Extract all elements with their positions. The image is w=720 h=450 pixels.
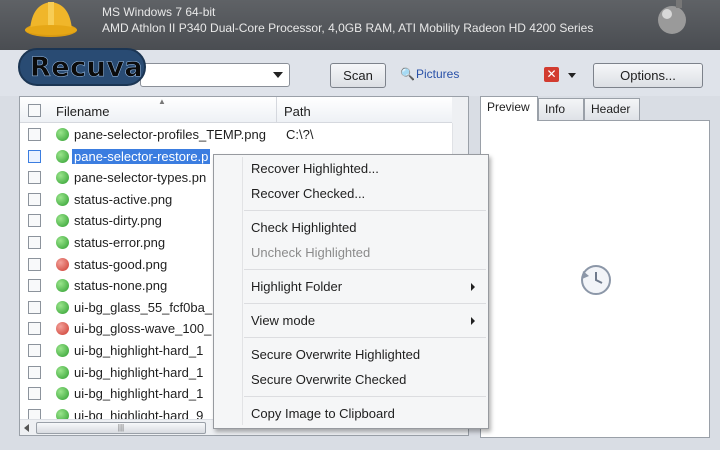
tab-header[interactable]: Header	[584, 98, 640, 120]
row-filename: ui-bg_highlight-hard_1	[74, 342, 204, 358]
row-filename: ui-bg_highlight-hard_1	[74, 364, 204, 380]
menu-separator	[244, 210, 486, 211]
brand-logo: Recuva	[18, 48, 146, 86]
menu-separator	[244, 396, 486, 397]
tab-header-label: Header	[591, 102, 631, 116]
row-filename: status-active.png	[74, 191, 173, 207]
file-list-header: ▲ Filename Path	[20, 97, 468, 123]
status-green-icon	[56, 214, 69, 228]
row-checkbox[interactable]	[28, 171, 41, 185]
chevron-down-icon	[273, 72, 283, 78]
status-green-icon	[56, 128, 69, 141]
scan-button[interactable]: Scan	[330, 63, 386, 88]
row-checkbox[interactable]	[28, 214, 41, 228]
row-checkbox[interactable]	[28, 343, 41, 357]
row-checkbox[interactable]	[28, 365, 41, 379]
row-filename: ui-bg_highlight-hard_1	[74, 386, 204, 402]
preview-area	[480, 120, 710, 438]
column-divider[interactable]	[276, 97, 277, 123]
row-filename: pane-selector-profiles_TEMP.png	[74, 127, 266, 142]
menu-item-highlight-folder[interactable]: Highlight Folder	[251, 279, 342, 294]
system-info-hardware: AMD Athlon II P340 Dual-Core Processor, …	[102, 21, 594, 35]
status-green-icon	[56, 365, 69, 379]
status-green-icon	[56, 300, 69, 314]
status-green-icon	[56, 235, 69, 249]
row-filename: pane-selector-restore.p	[72, 148, 211, 164]
status-green-icon	[56, 343, 69, 357]
row-path: C:\?\	[286, 127, 314, 142]
row-filename: ui-bg_glass_55_fcf0ba_	[74, 299, 213, 315]
row-checkbox[interactable]	[28, 279, 41, 293]
row-checkbox[interactable]	[28, 322, 41, 336]
menu-item-secure-overwrite-highlighted[interactable]: Secure Overwrite Highlighted	[251, 347, 420, 362]
row-checkbox[interactable]	[28, 149, 41, 163]
row-checkbox[interactable]	[28, 192, 41, 206]
menu-separator	[244, 337, 486, 338]
scrollbar-thumb[interactable]: |||	[36, 422, 206, 434]
status-green-icon	[56, 171, 69, 185]
row-checkbox[interactable]	[28, 387, 41, 401]
menu-item-uncheck-highlighted: Uncheck Highlighted	[251, 245, 371, 260]
system-info: MS Windows 7 64-bit AMD Athlon II P340 D…	[102, 4, 593, 36]
row-checkbox[interactable]	[28, 128, 41, 141]
options-button-label: Options...	[620, 68, 676, 83]
menu-gutter	[242, 157, 243, 425]
context-menu: Recover Highlighted... Recover Checked..…	[213, 154, 489, 429]
column-header-filename[interactable]: Filename	[56, 104, 109, 119]
column-header-path[interactable]: Path	[284, 104, 311, 119]
menu-item-copy-image[interactable]: Copy Image to Clipboard	[251, 406, 395, 421]
tab-preview-label: Preview	[487, 100, 530, 114]
menu-item-recover-highlighted[interactable]: Recover Highlighted...	[251, 161, 379, 176]
tab-info[interactable]: Info	[538, 98, 584, 120]
submenu-arrow-icon	[471, 283, 475, 291]
status-red-icon	[56, 257, 69, 271]
system-info-os: MS Windows 7 64-bit	[102, 5, 216, 19]
scan-button-label: Scan	[343, 68, 373, 83]
submenu-arrow-icon	[471, 317, 475, 325]
status-green-icon	[56, 279, 69, 293]
row-filename: status-good.png	[74, 256, 168, 272]
filter-input[interactable]: 🔍 Pictures ✕	[396, 63, 582, 87]
row-filename: status-error.png	[74, 234, 166, 250]
sort-ascending-icon: ▲	[158, 97, 166, 106]
row-filename: status-none.png	[74, 278, 168, 294]
hard-hat-logo-icon	[25, 2, 77, 37]
app-header: MS Windows 7 64-bit AMD Athlon II P340 D…	[0, 0, 720, 50]
drive-select[interactable]	[140, 63, 290, 87]
bomb-icon	[658, 0, 686, 34]
menu-item-check-highlighted[interactable]: Check Highlighted	[251, 220, 357, 235]
status-green-icon	[56, 387, 69, 401]
menu-item-secure-overwrite-checked[interactable]: Secure Overwrite Checked	[251, 372, 406, 387]
status-green-icon	[56, 192, 69, 206]
recovery-clock-icon	[581, 265, 611, 295]
tab-info-label: Info	[545, 102, 566, 116]
row-checkbox[interactable]	[28, 235, 41, 249]
table-row[interactable]: pane-selector-profiles_TEMP.png C:\?\	[20, 124, 452, 146]
filter-dropdown-icon[interactable]	[568, 73, 576, 78]
status-green-icon	[56, 149, 69, 163]
select-all-checkbox[interactable]	[28, 104, 41, 117]
row-filename: ui-bg_gloss-wave_100_	[74, 321, 212, 337]
clear-filter-icon[interactable]: ✕	[544, 67, 559, 82]
menu-item-view-mode[interactable]: View mode	[251, 313, 315, 328]
menu-item-recover-checked[interactable]: Recover Checked...	[251, 186, 365, 201]
options-button[interactable]: Options...	[593, 63, 703, 88]
scroll-left-icon[interactable]	[24, 424, 29, 432]
tab-preview[interactable]: Preview	[480, 96, 538, 121]
row-filename: status-dirty.png	[74, 213, 162, 229]
filter-value: Pictures	[416, 67, 460, 81]
menu-separator	[244, 269, 486, 270]
scroll-up-button[interactable]	[452, 97, 468, 123]
row-checkbox[interactable]	[28, 300, 41, 314]
preview-panel: Preview Info Header	[476, 96, 712, 440]
row-checkbox[interactable]	[28, 257, 41, 271]
menu-separator	[244, 303, 486, 304]
search-icon: 🔍	[400, 67, 415, 81]
status-red-icon	[56, 322, 69, 336]
brand-name: Recuva	[30, 51, 144, 83]
row-filename: pane-selector-types.pn	[74, 170, 207, 186]
